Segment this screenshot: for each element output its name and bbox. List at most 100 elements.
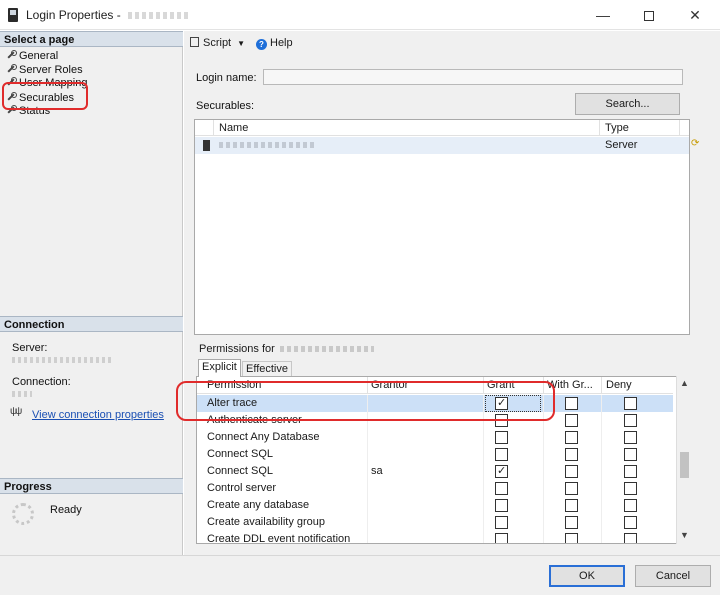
column-separator: [367, 429, 368, 446]
page-item-label: Server Roles: [19, 64, 83, 76]
column-separator: [483, 497, 484, 514]
column-separator: [601, 531, 602, 543]
securables-grid: Name Type Server: [194, 119, 690, 335]
script-button[interactable]: Script ▼: [190, 37, 245, 49]
with-grant-checkbox[interactable]: [565, 465, 578, 478]
column-header-permission[interactable]: Permission: [207, 379, 261, 391]
column-separator: [601, 463, 602, 480]
redacted-server-name: [12, 357, 112, 363]
permissions-scrollbar[interactable]: ▲ ▼: [676, 376, 692, 544]
table-row[interactable]: Create any database: [197, 497, 673, 514]
deny-checkbox[interactable]: [624, 397, 637, 410]
table-row[interactable]: Connect SQL sa: [197, 463, 673, 480]
table-row[interactable]: Connect SQL: [197, 446, 673, 463]
with-grant-checkbox[interactable]: [565, 499, 578, 512]
column-header-grant[interactable]: Grant: [487, 379, 515, 391]
column-header-type[interactable]: Type: [605, 122, 629, 134]
table-row[interactable]: Connect Any Database: [197, 429, 673, 446]
with-grant-checkbox[interactable]: [565, 397, 578, 410]
view-connection-properties-link[interactable]: View connection properties: [32, 409, 164, 421]
grant-checkbox[interactable]: [495, 464, 508, 478]
table-row[interactable]: Alter trace: [197, 395, 673, 412]
column-separator: [543, 514, 544, 531]
tab-explicit[interactable]: Explicit: [198, 359, 241, 377]
toolbar: Script ▼ ? Help: [184, 31, 720, 55]
column-header-with-grant[interactable]: With Gr...: [547, 379, 593, 391]
column-separator: [367, 514, 368, 531]
table-row[interactable]: Server: [195, 137, 689, 154]
column-header-deny[interactable]: Deny: [606, 379, 632, 391]
column-separator: [679, 120, 680, 136]
deny-checkbox[interactable]: [624, 431, 637, 444]
connection-label: Connection:: [12, 376, 71, 388]
page-item-server-roles[interactable]: Server Roles: [6, 63, 83, 77]
refresh-icon[interactable]: ⟳: [691, 138, 699, 149]
page-item-general[interactable]: General: [6, 49, 58, 63]
ok-button[interactable]: OK: [549, 565, 625, 587]
column-separator: [543, 531, 544, 543]
maximize-button[interactable]: [626, 0, 672, 30]
column-separator: [543, 480, 544, 497]
with-grant-checkbox[interactable]: [565, 533, 578, 543]
permission-name: Authenticate server: [207, 414, 302, 426]
grant-checkbox[interactable]: [495, 396, 508, 410]
cancel-button[interactable]: Cancel: [635, 565, 711, 587]
column-separator: [367, 497, 368, 514]
progress-status: Ready: [50, 504, 82, 516]
scrollbar-thumb[interactable]: [680, 452, 689, 478]
table-row[interactable]: Control server: [197, 480, 673, 497]
with-grant-checkbox[interactable]: [565, 414, 578, 427]
chevron-down-icon[interactable]: ▼: [237, 39, 245, 48]
scroll-up-icon[interactable]: ▲: [680, 378, 689, 388]
with-grant-checkbox[interactable]: [565, 516, 578, 529]
column-separator: [543, 429, 544, 446]
view-connection-properties[interactable]: View connection properties: [10, 406, 164, 421]
minimize-button[interactable]: —: [580, 0, 626, 30]
with-grant-checkbox[interactable]: [565, 431, 578, 444]
redacted-securable-name: [219, 142, 314, 148]
login-name-field[interactable]: [263, 69, 683, 85]
column-separator: [601, 514, 602, 531]
wrench-icon: [6, 64, 17, 74]
grant-checkbox[interactable]: [495, 533, 508, 543]
permissions-title-text: Permissions for: [199, 343, 275, 355]
deny-checkbox[interactable]: [624, 482, 637, 495]
column-separator: [367, 395, 368, 412]
progress-header: Progress: [0, 478, 183, 494]
table-row[interactable]: Create DDL event notification: [197, 531, 673, 543]
column-separator: [601, 446, 602, 463]
search-button[interactable]: Search...: [575, 93, 680, 115]
deny-checkbox[interactable]: [624, 499, 637, 512]
column-separator: [601, 377, 602, 394]
with-grant-checkbox[interactable]: [565, 482, 578, 495]
grant-checkbox[interactable]: [495, 431, 508, 444]
table-row[interactable]: Create availability group: [197, 514, 673, 531]
deny-checkbox[interactable]: [624, 533, 637, 543]
grant-checkbox[interactable]: [495, 516, 508, 529]
right-pane: Script ▼ ? Help Login name: Securables: Se…: [184, 31, 720, 555]
close-button[interactable]: ✕: [672, 0, 718, 30]
column-header-grantor[interactable]: Grantor: [371, 379, 408, 391]
grant-checkbox[interactable]: [495, 448, 508, 461]
column-header-name[interactable]: Name: [219, 122, 248, 134]
tab-effective[interactable]: Effective: [242, 361, 292, 376]
deny-checkbox[interactable]: [624, 516, 637, 529]
deny-checkbox[interactable]: [624, 414, 637, 427]
grant-checkbox[interactable]: [495, 482, 508, 495]
scroll-down-icon[interactable]: ▼: [680, 530, 689, 540]
progress-spinner-icon: [12, 503, 34, 525]
deny-checkbox[interactable]: [624, 448, 637, 461]
column-separator: [601, 497, 602, 514]
table-row[interactable]: Authenticate server: [197, 412, 673, 429]
help-button[interactable]: ? Help: [256, 37, 293, 50]
deny-checkbox[interactable]: [624, 465, 637, 478]
permissions-grid: Permission Grantor Grant With Gr... Deny…: [196, 376, 688, 544]
permissions-grid-header: Permission Grantor Grant With Gr... Deny: [197, 377, 673, 394]
column-separator: [543, 497, 544, 514]
securables-highlight-annotation: [2, 82, 88, 110]
grant-checkbox[interactable]: [495, 414, 508, 427]
with-grant-checkbox[interactable]: [565, 448, 578, 461]
grant-cell-focus: [485, 395, 541, 412]
grant-checkbox[interactable]: [495, 499, 508, 512]
dialog-button-bar: OK Cancel: [0, 555, 720, 595]
